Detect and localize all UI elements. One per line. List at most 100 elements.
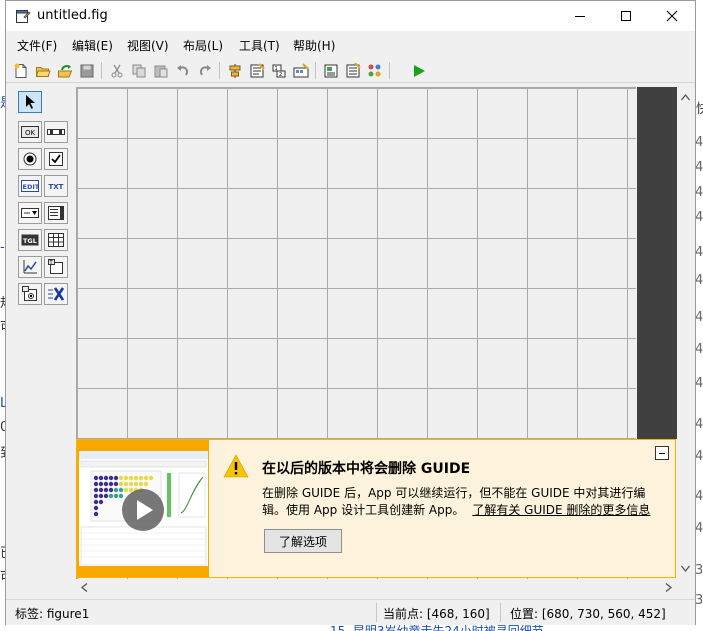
toolbar-editor-icon[interactable] — [291, 61, 310, 80]
minimize-icon — [575, 16, 585, 17]
bg-rank-number: 4 — [695, 160, 703, 175]
redo-icon[interactable] — [195, 61, 214, 80]
toolbar-separator — [219, 62, 220, 79]
scroll-down-icon — [680, 565, 691, 573]
scroll-up-icon — [680, 93, 691, 101]
list-box-tool[interactable] — [44, 202, 68, 224]
align-objects-icon[interactable] — [225, 61, 244, 80]
bg-rank-number: 4 — [695, 210, 703, 225]
menu-bar: 文件(F) 编辑(E) 视图(V) 布局(L) 工具(T) 帮助(H) — [6, 32, 695, 56]
edit-text-icon: EDIT — [21, 180, 39, 192]
push-button-icon: OK — [21, 126, 39, 138]
bg-rank-number: 4 — [695, 135, 703, 150]
svg-text:1: 1 — [274, 66, 277, 72]
axes-tool[interactable] — [18, 256, 42, 278]
bg-rank-number: 4 — [695, 245, 703, 260]
fig-file-icon — [15, 8, 31, 24]
maximize-icon — [621, 11, 631, 21]
bg-rank-number: 4 — [695, 376, 703, 391]
panel-tool[interactable]: T — [44, 256, 68, 278]
guide-window: untitled.fig 文件(F) 编辑(E) 视图(V) 布局(L) 工具(… — [5, 0, 696, 625]
run-figure-icon[interactable] — [409, 61, 428, 80]
svg-text:OK: OK — [25, 129, 36, 137]
radio-button-icon — [23, 152, 37, 166]
bg-rank-number: 4 — [695, 449, 703, 464]
notice-body: 在删除 GUIDE 后，App 可以继续运行，但不能在 GUIDE 中对其进行编… — [262, 485, 657, 519]
learn-options-button[interactable]: 了解选项 — [264, 529, 342, 553]
bg-rank-number: 4 — [695, 310, 703, 325]
close-button[interactable] — [649, 1, 695, 31]
figure-boundary-area — [637, 87, 677, 439]
panel-icon: T — [48, 259, 63, 274]
status-divider — [500, 603, 501, 622]
menu-tools[interactable]: 工具(T) — [239, 37, 280, 54]
menu-editor-icon[interactable] — [247, 61, 266, 80]
activex-control-icon — [48, 287, 65, 301]
static-text-icon: TXT — [49, 183, 64, 191]
close-icon — [666, 10, 678, 22]
menu-help[interactable]: 帮助(H) — [293, 37, 335, 54]
status-bar: 标签: figure1 当前点: [468, 160] 位置: [680, 73… — [6, 599, 695, 625]
collapse-notice-button[interactable] — [655, 446, 669, 460]
maximize-button[interactable] — [603, 1, 649, 31]
list-box-icon — [48, 206, 64, 220]
title-bar[interactable]: untitled.fig — [6, 1, 695, 31]
bg-rank-number: 4 — [695, 273, 703, 288]
popup-menu-icon — [21, 208, 39, 218]
button-group-tool[interactable] — [18, 283, 42, 305]
save-icon[interactable] — [77, 61, 96, 80]
minimize-button[interactable] — [557, 1, 603, 31]
position-readout: 位置: [680, 730, 560, 452] — [510, 607, 666, 621]
editor-icon[interactable] — [321, 61, 340, 80]
popup-menu-tool[interactable] — [18, 202, 42, 224]
guide-removal-notice: 在以后的版本中将会删除 GUIDE 在删除 GUIDE 后，App 可以继续运行… — [76, 439, 676, 578]
push-button-tool[interactable]: OK — [18, 121, 42, 143]
toolbar-separator — [101, 62, 102, 79]
bg-rank-number: 4 — [695, 342, 703, 357]
learn-more-link[interactable]: 了解有关 GUIDE 删除的更多信息 — [472, 503, 650, 517]
property-inspector-icon[interactable] — [343, 61, 362, 80]
object-browser-icon[interactable] — [365, 61, 384, 80]
open-icon[interactable] — [33, 61, 52, 80]
menu-view[interactable]: 视图(V) — [127, 37, 169, 54]
current-point-readout: 当前点: [468, 160] — [383, 607, 490, 621]
check-box-tool[interactable] — [44, 148, 68, 170]
cut-icon[interactable] — [107, 61, 126, 80]
toggle-button-tool[interactable]: TGL — [18, 229, 42, 251]
component-palette: OK EDIT TXT TGL T — [14, 85, 74, 595]
import-icon[interactable] — [55, 61, 74, 80]
toolbar: 12 — [6, 58, 695, 83]
app-designer-video-thumbnail[interactable] — [77, 440, 209, 577]
copy-icon[interactable] — [129, 61, 148, 80]
svg-text:TXT: TXT — [49, 183, 64, 191]
warning-icon — [223, 454, 249, 478]
table-icon — [48, 233, 64, 247]
activex-control-tool[interactable] — [44, 283, 68, 305]
svg-text:2: 2 — [279, 72, 282, 78]
tab-order-icon[interactable]: 12 — [269, 61, 288, 80]
check-box-icon — [49, 152, 63, 166]
static-text-tool[interactable]: TXT — [44, 175, 68, 197]
status-divider — [376, 603, 377, 622]
select-tool[interactable] — [18, 91, 42, 113]
horizontal-scrollbar[interactable] — [76, 579, 677, 596]
paste-icon[interactable] — [151, 61, 170, 80]
button-group-icon — [22, 286, 37, 301]
vertical-scrollbar[interactable] — [677, 87, 694, 579]
undo-icon[interactable] — [173, 61, 192, 80]
bg-rank-number: 3 — [695, 563, 703, 578]
axes-icon — [23, 260, 37, 274]
menu-file[interactable]: 文件(F) — [17, 37, 57, 54]
radio-button-tool[interactable] — [18, 148, 42, 170]
bg-text-fragment: 快 — [696, 102, 703, 117]
new-figure-icon[interactable] — [11, 61, 30, 80]
menu-edit[interactable]: 编辑(E) — [72, 37, 113, 54]
bg-rank-number: 3 — [695, 593, 703, 608]
slider-tool[interactable] — [44, 121, 68, 143]
play-video-icon[interactable] — [121, 488, 165, 532]
tag-readout: 标签: figure1 — [15, 607, 90, 621]
menu-layout[interactable]: 布局(L) — [183, 37, 223, 54]
table-tool[interactable] — [44, 229, 68, 251]
edit-text-tool[interactable]: EDIT — [18, 175, 42, 197]
toggle-button-icon: TGL — [21, 234, 39, 246]
